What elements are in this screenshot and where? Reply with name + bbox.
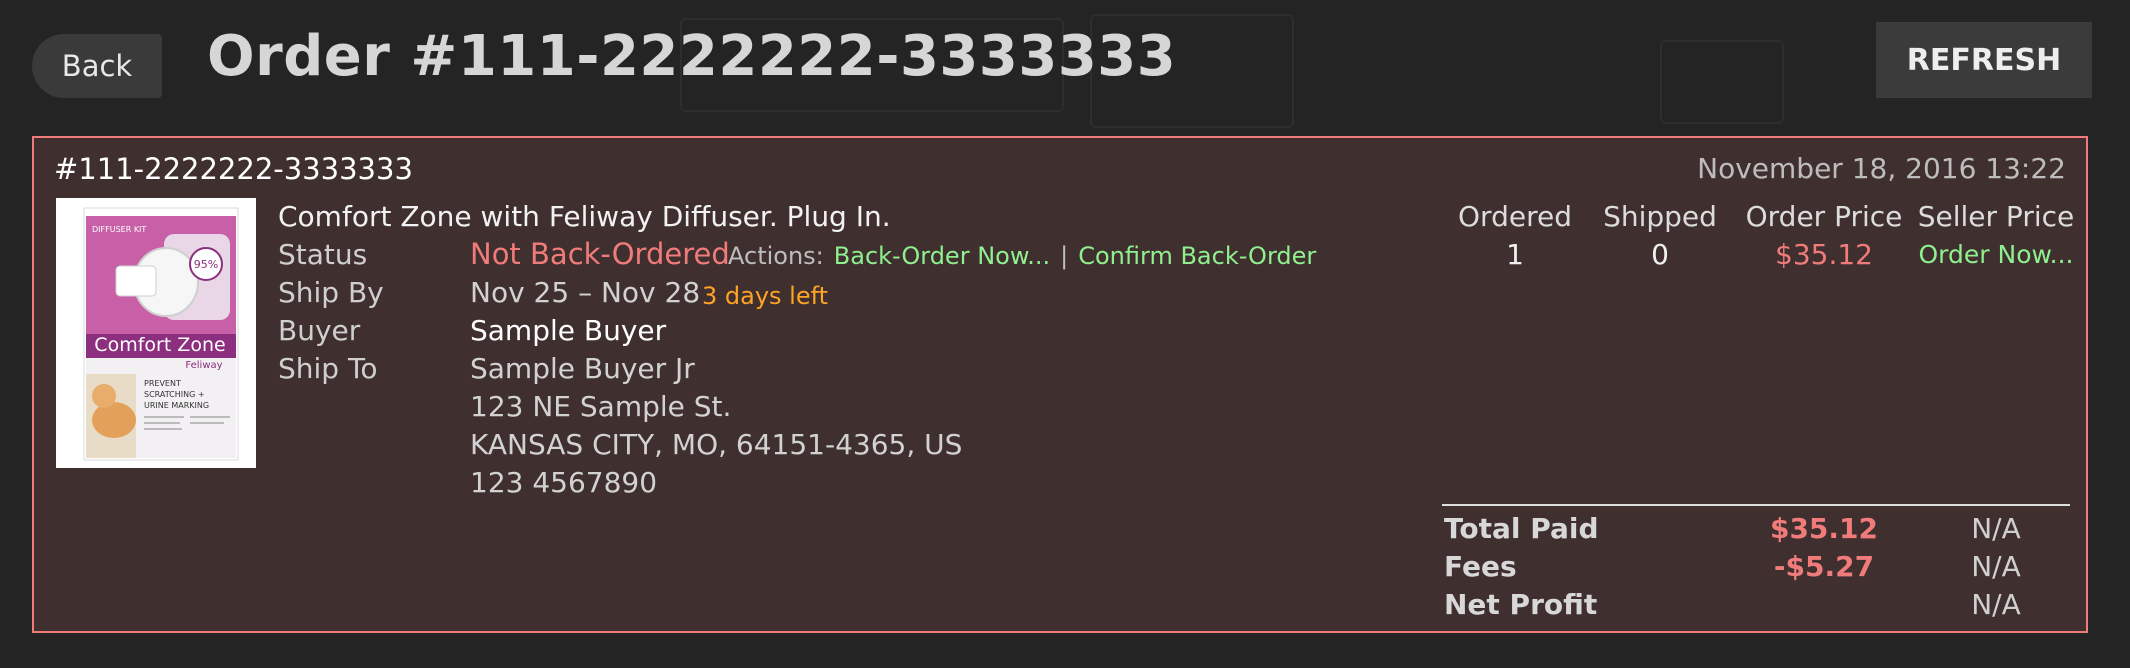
product-image[interactable]: 95% DIFFUSER KIT Comfort Zone Feliway PR… bbox=[56, 198, 256, 468]
shipped-value: 0 bbox=[1651, 238, 1669, 271]
order-now-link[interactable]: Order Now... bbox=[1906, 240, 2086, 269]
order-card: #111-2222222-3333333 November 18, 2016 1… bbox=[32, 136, 2088, 633]
page-title: Order #111-2222222-3333333 bbox=[207, 24, 1177, 89]
product-brand-text: Comfort Zone bbox=[94, 334, 225, 356]
actions-row: Actions: Back-Order Now... | Confirm Bac… bbox=[728, 242, 1316, 270]
ship-by-value: Nov 25 – Nov 28 bbox=[470, 276, 701, 309]
status-value: Not Back-Ordered bbox=[470, 237, 730, 271]
product-package-illustration: 95% DIFFUSER KIT Comfort Zone Feliway PR… bbox=[56, 198, 256, 468]
ship-to-label: Ship To bbox=[278, 352, 378, 385]
confirm-back-order-link[interactable]: Confirm Back-Order bbox=[1078, 242, 1316, 270]
product-tagline: SCRATCHING + bbox=[144, 390, 205, 399]
fees-value: -$5.27 bbox=[1773, 550, 1875, 583]
order-date: November 18, 2016 13:22 bbox=[1697, 152, 2066, 185]
ordered-header: Ordered bbox=[1458, 200, 1572, 233]
status-label: Status bbox=[278, 238, 368, 271]
ship-to-street: 123 NE Sample St. bbox=[470, 390, 732, 423]
back-button[interactable]: Back bbox=[32, 34, 162, 98]
product-kit-label: DIFFUSER KIT bbox=[92, 225, 146, 234]
order-number: #111-2222222-3333333 bbox=[54, 152, 413, 186]
total-paid-label: Total Paid bbox=[1444, 512, 1599, 545]
product-title[interactable]: Comfort Zone with Feliway Diffuser. Plug… bbox=[278, 200, 891, 233]
summary-divider bbox=[1442, 504, 2070, 506]
ship-to-name: Sample Buyer Jr bbox=[470, 352, 695, 385]
ordered-value: 1 bbox=[1506, 238, 1524, 271]
back-order-now-link[interactable]: Back-Order Now... bbox=[834, 242, 1050, 270]
buyer-label: Buyer bbox=[278, 314, 361, 347]
net-profit-seller-value: N/A bbox=[1971, 588, 2021, 621]
buyer-value: Sample Buyer bbox=[470, 314, 667, 347]
order-price-header: Order Price bbox=[1745, 200, 1903, 233]
product-tagline: PREVENT bbox=[144, 379, 181, 388]
background-decoration bbox=[1660, 40, 1784, 124]
ship-to-city: KANSAS CITY, MO, 64151-4365, US bbox=[470, 428, 963, 461]
product-claim-text: 95% bbox=[194, 258, 218, 271]
actions-label: Actions: bbox=[728, 242, 824, 270]
product-tagline: URINE MARKING bbox=[144, 401, 209, 410]
ship-to-phone: 123 4567890 bbox=[470, 466, 658, 499]
product-subbrand-text: Feliway bbox=[185, 360, 222, 371]
total-paid-seller-value: N/A bbox=[1971, 512, 2021, 545]
total-paid-value: $35.12 bbox=[1769, 512, 1879, 545]
net-profit-label: Net Profit bbox=[1444, 588, 1598, 621]
days-left-badge: 3 days left bbox=[702, 282, 829, 310]
action-separator: | bbox=[1060, 242, 1069, 270]
shipped-header: Shipped bbox=[1603, 200, 1717, 233]
seller-price-header: Seller Price bbox=[1917, 200, 2075, 233]
fees-label: Fees bbox=[1444, 550, 1517, 583]
fees-seller-value: N/A bbox=[1971, 550, 2021, 583]
order-price-value: $35.12 bbox=[1775, 238, 1873, 271]
ship-by-label: Ship By bbox=[278, 276, 384, 309]
refresh-button[interactable]: REFRESH bbox=[1876, 22, 2092, 98]
